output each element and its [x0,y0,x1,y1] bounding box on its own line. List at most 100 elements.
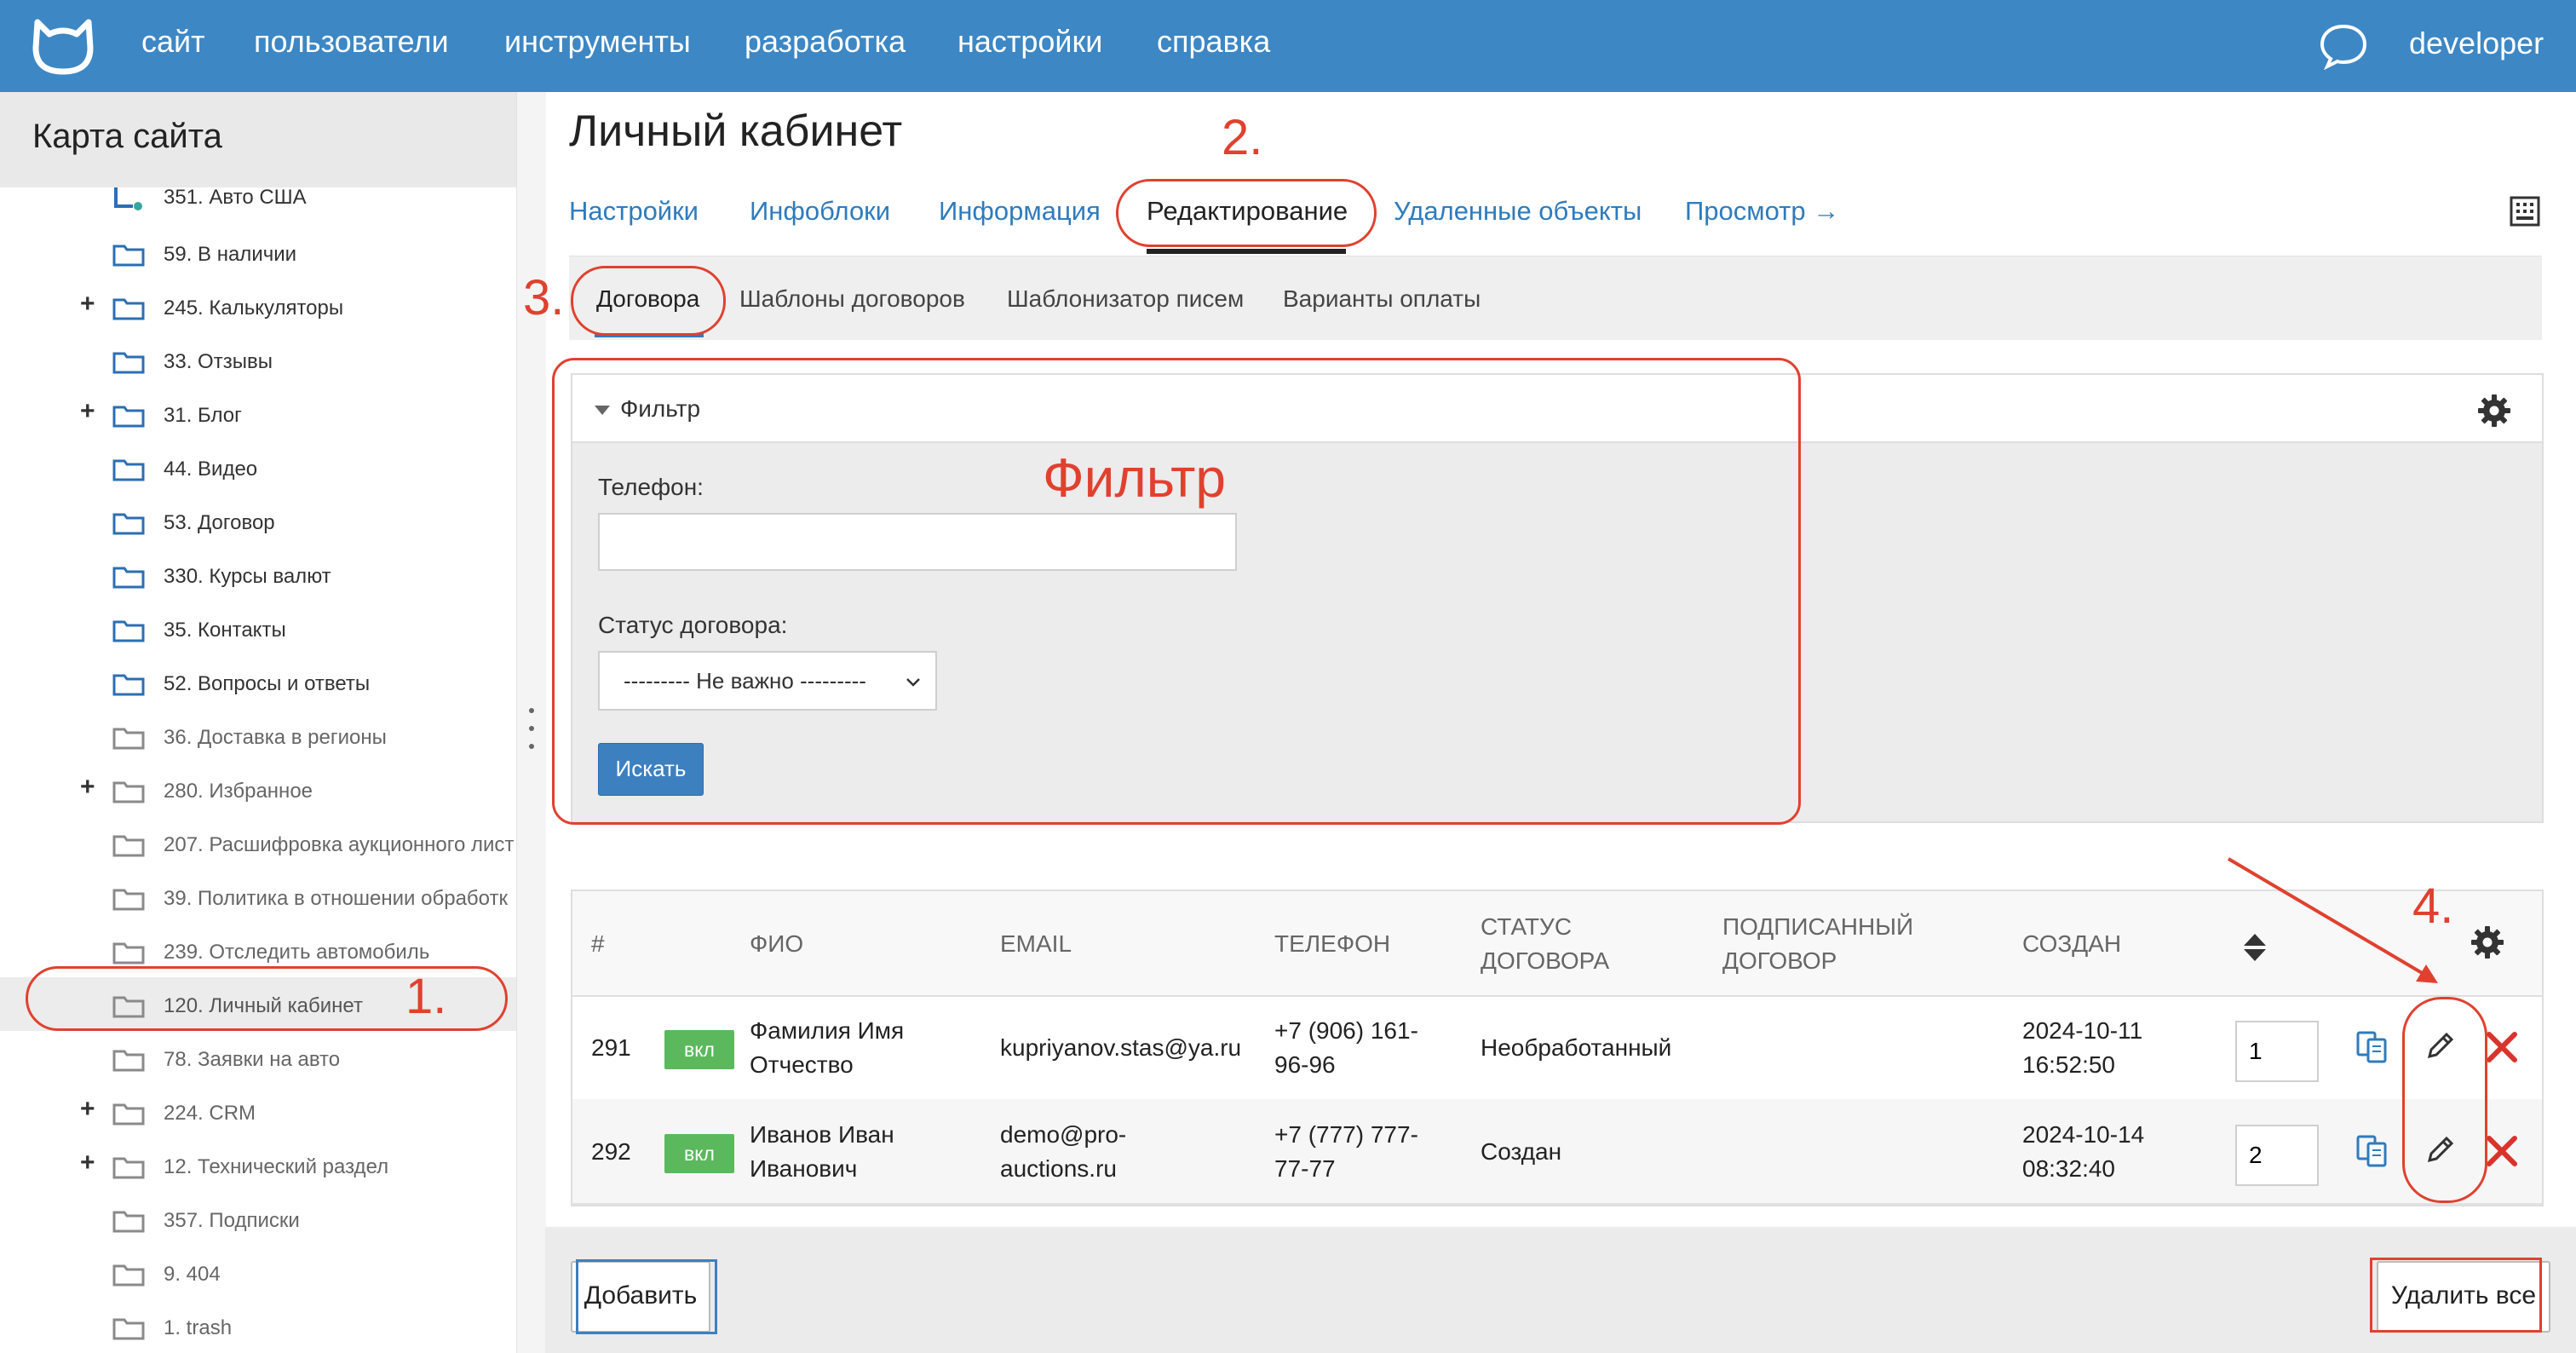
cell-phone: +7 (906) 161- [1274,1017,1418,1044]
tree-item-12[interactable]: + 12. Технический раздел [0,1138,516,1192]
tree-item-label: 207. Расшифровка аукционного лист [164,833,515,856]
menu-site[interactable]: сайт [141,24,205,60]
col-created-header[interactable]: СОЗДАН [2022,927,2121,961]
tree-item-357[interactable]: 357. Подписки [0,1192,516,1246]
folder-icon [112,835,145,857]
tree-item-59[interactable]: 59. В наличии [0,226,516,279]
sitemap-tree: 351. Авто США 59. В наличии + 245. Кальк… [0,187,516,1353]
tree-item-207[interactable]: 207. Расшифровка аукционного лист [0,816,516,870]
col-id-header[interactable]: # [591,927,605,961]
folder-icon [112,406,145,428]
sitemap-sidebar: Карта сайта 351. Авто США 59. В наличии … [0,92,516,1353]
tree-item-224[interactable]: + 224. CRM [0,1085,516,1138]
folder-icon [112,1318,145,1340]
tree-item-label: 39. Политика в отношении обработк [164,887,508,910]
tree-item-280[interactable]: + 280. Избранное [0,763,516,816]
tree-item-44[interactable]: 44. Видео [0,440,516,494]
tree-item-245[interactable]: + 245. Калькуляторы [0,279,516,333]
tree-item-label: 31. Блог [164,404,242,427]
gear-icon[interactable] [2477,394,2511,428]
user-menu[interactable]: developer [2409,26,2544,61]
copy-icon[interactable] [2355,1133,2390,1169]
folder-icon [112,513,145,535]
cell-email: kupriyanov.stas@ya.ru [1000,1034,1242,1061]
col-email-header[interactable]: EMAIL [1000,927,1072,961]
status-badge[interactable]: вкл [664,1134,734,1173]
cell-fio: Иванов Иван [750,1121,894,1148]
col-fio-header[interactable]: ФИО [750,927,803,961]
grid-view-icon[interactable] [2510,196,2540,227]
col-signed-header-line1[interactable]: ПОДПИСАННЫЙ [1722,910,1913,944]
speech-bubble-icon[interactable] [2319,22,2368,70]
cell-created-time: 08:32:40 [2022,1155,2115,1182]
gear-icon[interactable] [2470,925,2504,959]
folder-icon [112,459,145,481]
delete-x-icon[interactable] [2484,1029,2520,1065]
table-row[interactable]: 292 вкл Иванов Иван Иванович demo@pro- a… [572,1099,2542,1205]
menu-tools[interactable]: инструменты [504,24,691,60]
menu-settings[interactable]: настройки [957,24,1102,60]
tree-item-39[interactable]: 39. Политика в отношении обработк [0,870,516,924]
subtab-bar: Договора Шаблоны договоров Шаблонизатор … [569,256,2542,340]
col-status-header-line1[interactable]: СТАТУС [1481,910,1572,944]
priority-input[interactable] [2235,1125,2319,1186]
tree-item-31[interactable]: + 31. Блог [0,387,516,440]
tab-infoblocks[interactable]: Инфоблоки [750,196,890,227]
expand-plus-icon[interactable]: + [80,290,95,319]
subtab-email-templates[interactable]: Шаблонизатор писем [1007,285,1244,313]
tree-item-35[interactable]: 35. Контакты [0,602,516,655]
col-signed-header-line2[interactable]: ДОГОВОР [1722,944,1837,978]
tree-item-52[interactable]: 52. Вопросы и ответы [0,655,516,709]
status-badge[interactable]: вкл [664,1030,734,1069]
tree-item-351[interactable]: 351. Авто США [0,187,516,226]
folder-icon [112,889,145,911]
tree-item-1[interactable]: 1. trash [0,1299,516,1353]
tab-information[interactable]: Информация [939,196,1101,227]
cell-status: Создан [1481,1138,1562,1165]
page-title: Личный кабинет [569,107,903,156]
tree-item-label: 330. Курсы валют [164,565,331,588]
cell-phone-line2: 77-77 [1274,1155,1336,1182]
tab-preview[interactable]: Просмотр → [1685,196,1839,227]
cell-phone-line2: 96-96 [1274,1051,1336,1078]
tree-item-label: 44. Видео [164,458,258,481]
annotation-arrow [2227,857,2438,983]
col-status-header-line2[interactable]: ДОГОВОРА [1481,944,1609,978]
tree-item-label: 59. В наличии [164,243,297,266]
menu-development[interactable]: разработка [745,24,906,60]
col-phone-header[interactable]: ТЕЛЕФОН [1274,927,1390,961]
delete-x-icon[interactable] [2484,1133,2520,1169]
tree-item-78[interactable]: 78. Заявки на авто [0,1031,516,1085]
tree-item-label: 36. Доставка в регионы [164,726,387,749]
tree-item-53[interactable]: 53. Договор [0,494,516,548]
expand-plus-icon[interactable]: + [80,1149,95,1177]
cell-created-date: 2024-10-14 [2022,1121,2145,1148]
priority-input[interactable] [2235,1021,2319,1082]
menu-users[interactable]: пользователи [254,24,449,60]
folder-icon [112,728,145,750]
expand-plus-icon[interactable]: + [80,773,95,802]
tree-item-36[interactable]: 36. Доставка в регионы [0,709,516,763]
copy-icon[interactable] [2355,1029,2390,1065]
tab-settings[interactable]: Настройки [569,196,699,227]
tree-item-label: 12. Технический раздел [164,1155,389,1178]
tree-item-label: 357. Подписки [164,1209,300,1232]
tab-deleted-objects[interactable]: Удаленные объекты [1394,196,1642,227]
cell-id: 292 [591,1138,631,1165]
cell-phone: +7 (777) 777- [1274,1121,1418,1148]
tree-item-label: 52. Вопросы и ответы [164,672,371,695]
cat-head-logo-icon[interactable] [31,17,95,75]
tree-item-330[interactable]: 330. Курсы валют [0,548,516,602]
tree-item-33[interactable]: 33. Отзывы [0,333,516,387]
expand-plus-icon[interactable]: + [80,397,95,426]
table-row[interactable]: 291 вкл Фамилия Имя Отчество kupriyanov.… [572,995,2542,1101]
tree-item-9[interactable]: 9. 404 [0,1246,516,1299]
subtab-contract-templates[interactable]: Шаблоны договоров [739,285,965,313]
menu-help[interactable]: справка [1157,24,1270,60]
subtab-payment-options[interactable]: Варианты оплаты [1283,285,1481,313]
cell-created-date: 2024-10-11 [2022,1017,2143,1044]
expand-plus-icon[interactable]: + [80,1095,95,1124]
vertical-dots-icon[interactable] [528,705,535,751]
add-button-focus-ring [576,1259,717,1334]
annotation-rect-filter [552,358,1801,825]
